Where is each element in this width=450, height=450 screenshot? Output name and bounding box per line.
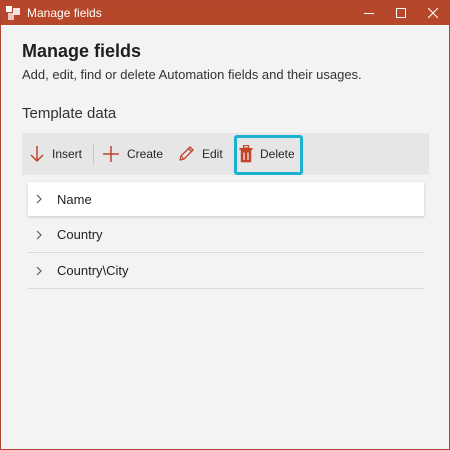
create-label: Create	[127, 147, 164, 161]
fields-toolbar: Insert Create Edit Delete	[22, 133, 429, 175]
arrow-down-icon	[30, 146, 44, 163]
chevron-right-icon[interactable]	[35, 266, 43, 276]
dialog-content: Manage fields Add, edit, find or delete …	[1, 25, 449, 449]
manage-fields-window: Manage fields Manage fields Add, edit, f…	[0, 0, 450, 450]
tree-item-country[interactable]: Country	[28, 217, 424, 253]
tree-item-label: Country	[57, 227, 103, 242]
insert-button[interactable]: Insert	[29, 133, 82, 175]
page-description: Add, edit, find or delete Automation fie…	[22, 67, 362, 82]
insert-label: Insert	[52, 147, 83, 161]
plus-icon	[103, 146, 119, 162]
maximize-button[interactable]	[385, 1, 417, 25]
maximize-icon	[396, 8, 406, 18]
tree-item-country-city[interactable]: Country\City	[28, 253, 424, 289]
delete-button[interactable]: Delete	[239, 133, 295, 175]
tree-item-label: Name	[57, 191, 92, 207]
tree-item-name[interactable]: Name	[28, 182, 424, 216]
delete-label: Delete	[260, 147, 295, 161]
chevron-right-icon[interactable]	[35, 230, 43, 240]
edit-button[interactable]: Edit	[177, 133, 223, 175]
pencil-icon	[179, 146, 194, 161]
title-bar[interactable]: Manage fields	[1, 1, 449, 25]
fields-tree: Name Country Country\City	[28, 182, 424, 289]
trash-icon	[239, 145, 253, 163]
close-button[interactable]	[417, 1, 449, 25]
chevron-right-icon[interactable]	[35, 194, 43, 204]
window-title: Manage fields	[27, 6, 102, 20]
minimize-button[interactable]	[353, 1, 385, 25]
toolbar-separator	[93, 143, 94, 165]
minimize-icon	[364, 13, 374, 14]
tree-item-label: Country\City	[57, 263, 129, 278]
page-title: Manage fields	[22, 41, 142, 61]
section-label-template-data: Template data	[22, 105, 117, 122]
create-button[interactable]: Create	[102, 133, 163, 175]
edit-label: Edit	[202, 147, 223, 161]
app-icon	[5, 5, 21, 21]
close-icon	[428, 8, 438, 18]
